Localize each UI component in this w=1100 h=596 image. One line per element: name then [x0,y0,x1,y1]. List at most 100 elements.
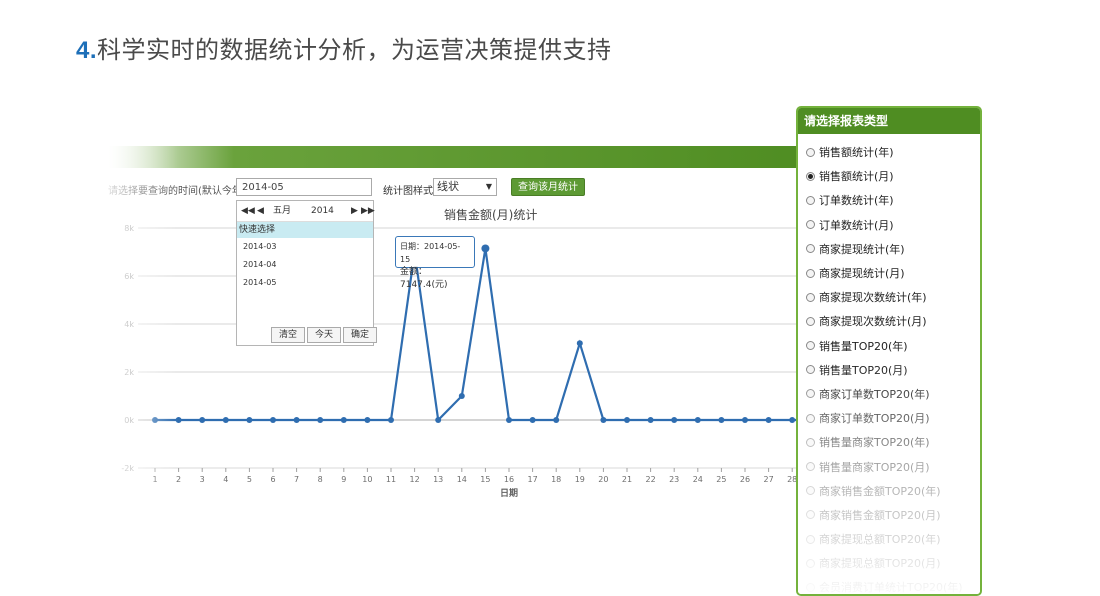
radio-button[interactable] [806,462,815,472]
month-picker-header: ◀◀ ◀ 五月 2014 ▶ ▶▶ [237,201,375,222]
data-point[interactable] [789,417,796,423]
y-tick-label: 0k [124,416,134,425]
date-input[interactable]: 2014-05 [236,178,372,196]
data-point[interactable] [671,417,678,423]
data-point[interactable] [765,417,772,423]
data-point[interactable] [506,417,512,423]
quick-select-label: 快速选择 [237,222,373,238]
prev-month-icon[interactable]: ◀ [257,201,264,221]
report-type-option[interactable]: 商家订单数TOP20(月) [806,406,980,430]
data-point[interactable] [529,417,536,423]
radio-button[interactable] [806,292,815,302]
x-tick-label: 7 [294,475,299,484]
radio-button[interactable] [806,534,815,544]
radio-button[interactable] [806,582,815,592]
radio-button[interactable] [806,195,815,205]
confirm-button[interactable]: 确定 [343,327,377,343]
data-point[interactable] [481,244,490,253]
data-point[interactable] [742,417,748,423]
report-type-option[interactable]: 销售量商家TOP20(年) [806,430,980,454]
month-option[interactable]: 2014-04 [237,256,373,274]
data-point[interactable] [199,417,206,423]
data-point[interactable] [600,417,607,423]
radio-button[interactable] [806,341,815,351]
month-option[interactable]: 2014-03 [237,238,373,256]
radio-button[interactable] [806,268,815,278]
report-type-option[interactable]: 商家提现次数统计(年) [806,285,980,309]
report-type-option[interactable]: 销售量TOP20(年) [806,334,980,358]
report-type-option[interactable]: 商家销售金额TOP20(年) [806,479,980,503]
report-type-option[interactable]: 商家提现总额TOP20(年) [806,527,980,551]
radio-button[interactable] [806,413,815,423]
report-type-option[interactable]: 订单数统计(年) [806,188,980,212]
next-month-icon[interactable]: ▶ [351,201,358,221]
radio-button[interactable] [806,244,815,254]
data-point[interactable] [435,417,442,423]
radio-button[interactable] [806,510,815,520]
x-tick-label: 3 [200,475,205,484]
radio-button[interactable] [806,437,815,447]
report-type-option[interactable]: 销售量TOP20(月) [806,358,980,382]
x-tick-label: 1 [152,475,157,484]
radio-button[interactable] [806,365,815,375]
report-type-label: 商家提现统计(月) [819,267,905,281]
data-point[interactable] [364,417,371,423]
page-heading: 4.科学实时的数据统计分析，为运营决策提供支持 [76,30,612,65]
data-point[interactable] [152,417,158,423]
data-point[interactable] [553,417,560,423]
data-point[interactable] [246,417,253,423]
report-type-option[interactable]: 订单数统计(月) [806,213,980,237]
x-tick-label: 17 [528,475,538,484]
data-point[interactable] [293,417,300,423]
report-type-option[interactable]: 商家提现总额TOP20(月) [806,551,980,575]
radio-button[interactable] [806,220,815,230]
y-tick-label: 6k [124,272,134,281]
report-type-option[interactable]: 商家提现统计(月) [806,261,980,285]
data-point[interactable] [694,417,701,423]
data-point[interactable] [222,417,229,423]
x-tick-label: 14 [457,475,467,484]
tooltip-date-label: 日期： [400,242,424,251]
today-button[interactable]: 今天 [307,327,341,343]
x-tick-label: 24 [693,475,703,484]
report-type-option[interactable]: 商家销售金额TOP20(月) [806,503,980,527]
x-tick-label: 22 [646,475,656,484]
radio-button[interactable] [806,316,815,326]
chart-style-select[interactable]: 线状 ▼ [433,178,497,196]
chart-tooltip: 日期：2014-05-15 金额：7147.4(元) [395,236,475,290]
prev-year-icon[interactable]: ◀◀ [241,201,255,221]
radio-button[interactable] [806,389,815,399]
report-type-option[interactable]: 商家提现次数统计(月) [806,309,980,333]
data-point[interactable] [647,417,654,423]
data-point[interactable] [458,393,465,399]
filter-bar: 请选择要查询的时间(默认今年): 2014-05 统计图样式: 线状 ▼ 查询该… [108,178,808,200]
month-picker: ◀◀ ◀ 五月 2014 ▶ ▶▶ 快速选择 2014-03 2014-04 2… [236,200,377,346]
radio-button[interactable] [806,558,815,568]
data-point[interactable] [718,417,725,423]
report-type-label: 商家提现次数统计(月) [819,315,927,329]
data-point[interactable] [624,417,630,423]
report-type-option[interactable]: 销售额统计(月) [806,164,980,188]
report-type-option[interactable]: 销售量商家TOP20(月) [806,454,980,478]
radio-button[interactable] [806,171,815,181]
data-point[interactable] [270,417,276,423]
report-type-option[interactable]: 商家订单数TOP20(年) [806,382,980,406]
radio-button[interactable] [806,486,815,496]
report-type-label: 商家提现次数统计(年) [819,291,927,305]
data-point[interactable] [340,417,347,423]
x-tick-label: 6 [270,475,275,484]
data-point[interactable] [388,417,394,423]
next-year-icon[interactable]: ▶▶ [361,201,375,221]
data-point[interactable] [576,340,583,347]
data-point[interactable] [175,417,182,423]
y-tick-label: 2k [124,368,134,377]
clear-button[interactable]: 清空 [271,327,305,343]
query-button[interactable]: 查询该月统计 [511,178,585,196]
report-type-label: 商家订单数TOP20(年) [819,387,930,401]
report-type-option[interactable]: 销售额统计(年) [806,140,980,164]
month-option[interactable]: 2014-05 [237,274,373,292]
heading-number: 4. [76,37,98,64]
radio-button[interactable] [806,147,815,157]
report-type-option[interactable]: 商家提现统计(年) [806,237,980,261]
data-point[interactable] [317,417,324,423]
